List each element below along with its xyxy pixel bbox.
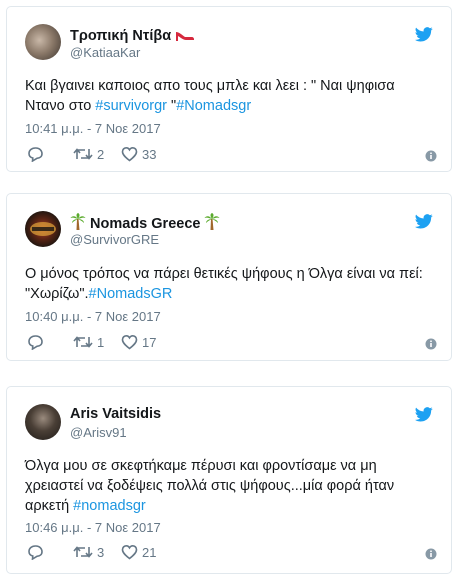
tweet-card: Τροπική Ντίβα @KatiaaKar Και βγαινει καπ… (6, 6, 452, 172)
info-icon[interactable] (425, 337, 437, 355)
author-handle[interactable]: @Arisv91 (70, 425, 127, 440)
avatar[interactable] (25, 404, 61, 440)
action-bar: 1 17 (25, 334, 437, 354)
reply-icon (28, 147, 43, 162)
heart-icon (121, 334, 138, 350)
retweet-count: 1 (97, 334, 105, 350)
like-button[interactable]: 17 (121, 334, 156, 350)
tweet-card: Nomads Greece @SurvivorGRE Ο μόνος τρόπο… (6, 193, 452, 361)
like-count: 17 (142, 334, 157, 350)
reply-button[interactable] (27, 544, 44, 560)
info-icon[interactable] (425, 547, 437, 565)
survivor-logo (30, 222, 56, 236)
tweet-card: Aris Vaitsidis @Arisv91 Όλγα μου σε σκεφ… (6, 386, 452, 574)
retweet-icon (73, 336, 93, 348)
author-handle[interactable]: @KatiaaKar (70, 45, 140, 60)
hashtag-link[interactable]: #nomadsgr (73, 498, 146, 514)
tweet-text: Ο μόνος τρόπος να πάρει θετικές ψήφους η… (25, 266, 423, 302)
author-handle[interactable]: @SurvivorGRE (70, 232, 159, 247)
like-count: 21 (142, 544, 157, 560)
avatar[interactable] (25, 24, 61, 60)
retweet-button[interactable]: 3 (73, 544, 104, 560)
retweet-count: 2 (97, 146, 105, 162)
hashtag-link[interactable]: #survivorgr (95, 98, 167, 114)
retweet-count: 3 (97, 544, 105, 560)
palm-tree-icon (204, 213, 220, 235)
twitter-bird-icon[interactable] (415, 407, 433, 427)
avatar[interactable] (25, 211, 61, 247)
heart-icon (121, 544, 138, 560)
author-name[interactable]: Aris Vaitsidis (70, 406, 161, 422)
reply-icon (28, 335, 43, 350)
retweet-button[interactable]: 1 (73, 334, 104, 350)
retweet-button[interactable]: 2 (73, 146, 104, 162)
like-button[interactable]: 33 (121, 146, 156, 162)
info-icon[interactable] (425, 149, 437, 167)
tweet-text: Όλγα μου σε σκεφτήκαμε πέρυσι και φροντί… (25, 458, 395, 514)
hashtag-link[interactable]: #Nomadsgr (176, 98, 251, 114)
twitter-bird-icon[interactable] (415, 214, 433, 234)
timestamp[interactable]: 10:41 μ.μ. - 7 Νοε 2017 (25, 121, 161, 136)
timestamp[interactable]: 10:40 μ.μ. - 7 Νοε 2017 (25, 309, 161, 324)
high-heel-icon (175, 26, 195, 46)
like-count: 33 (142, 146, 157, 162)
reply-button[interactable] (27, 334, 44, 350)
reply-button[interactable] (27, 146, 44, 162)
action-bar: 3 21 (25, 544, 437, 564)
retweet-icon (73, 546, 93, 558)
retweet-icon (73, 148, 93, 160)
tweet-text: Και βγαινει καποιος απο τους μπλε και λε… (25, 78, 395, 114)
author-name[interactable]: Τροπική Ντίβα (70, 26, 195, 46)
twitter-bird-icon[interactable] (415, 27, 433, 47)
reply-icon (28, 545, 43, 560)
timestamp[interactable]: 10:46 μ.μ. - 7 Νοε 2017 (25, 520, 161, 535)
hashtag-link[interactable]: #NomadsGR (89, 286, 173, 302)
heart-icon (121, 146, 138, 162)
action-bar: 2 33 (25, 146, 437, 166)
like-button[interactable]: 21 (121, 544, 156, 560)
